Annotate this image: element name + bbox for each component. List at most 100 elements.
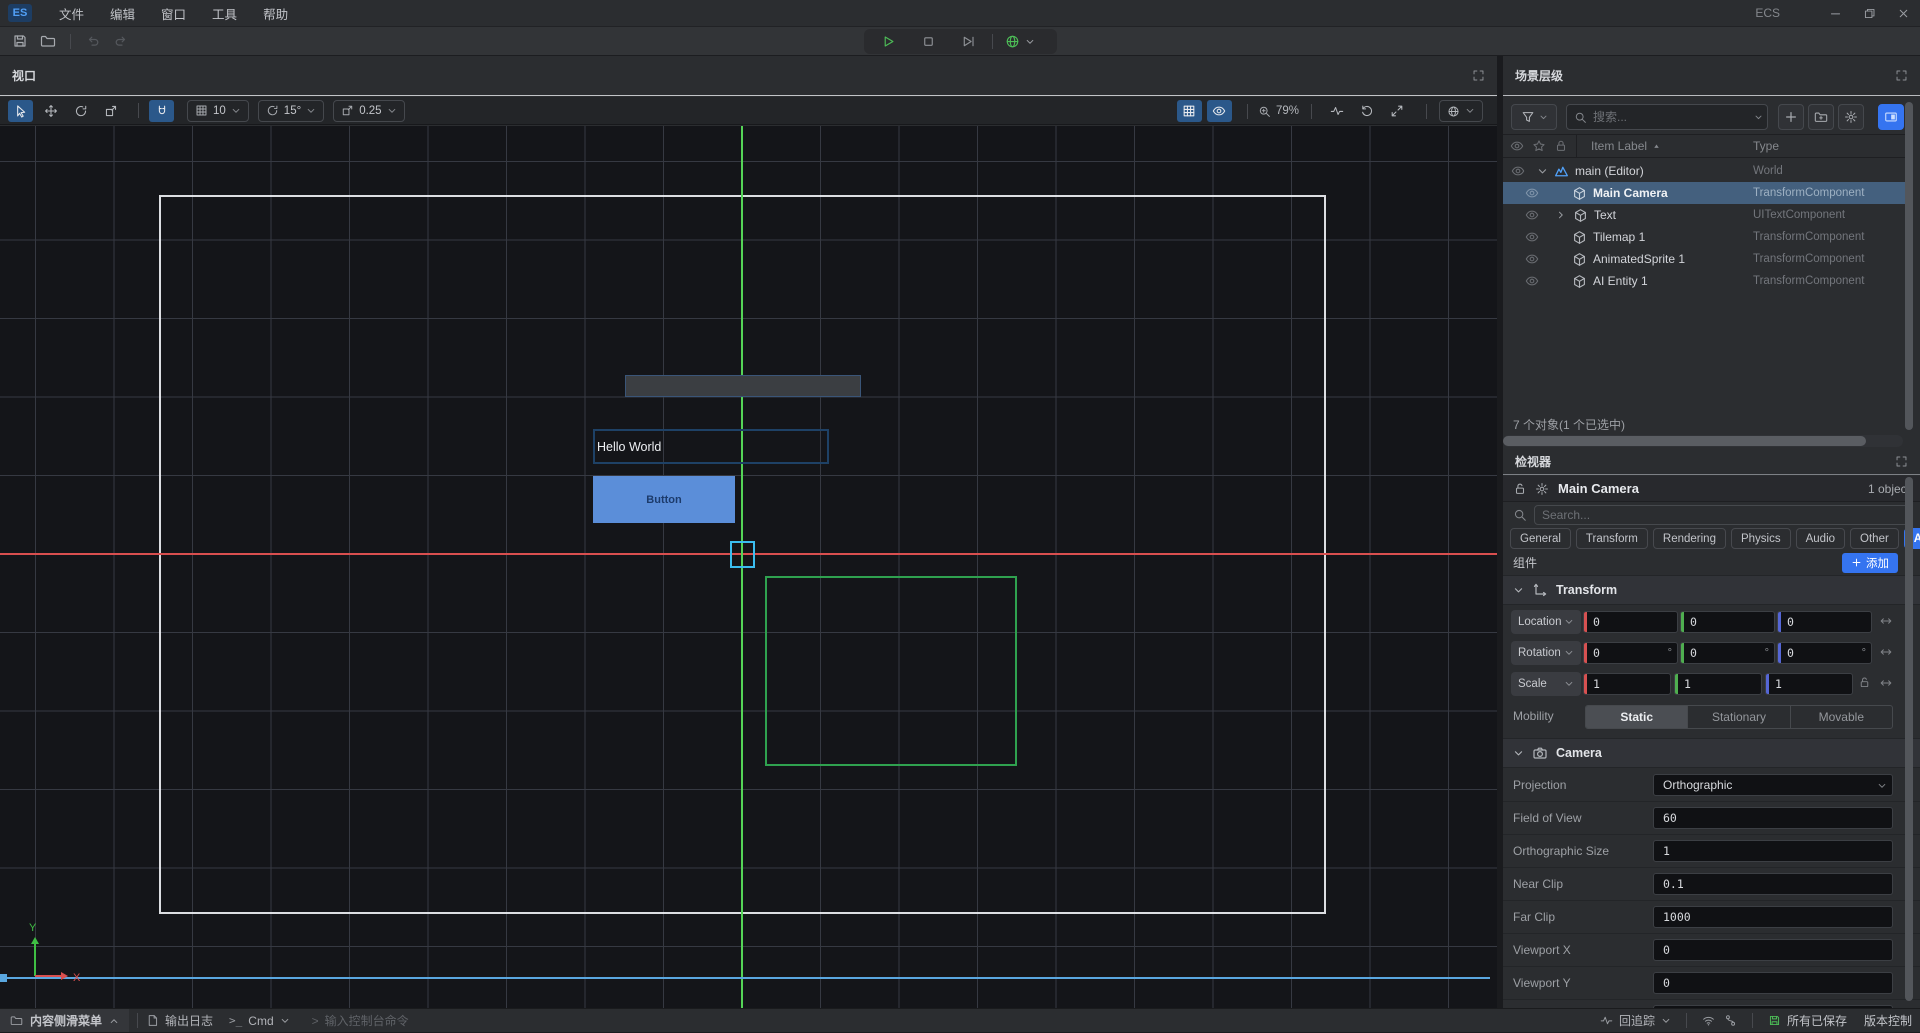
- move-tool[interactable]: [38, 100, 63, 122]
- menu-window[interactable]: 窗口: [148, 0, 199, 26]
- gear-icon[interactable]: [1535, 482, 1549, 496]
- tab-rendering[interactable]: Rendering: [1653, 528, 1726, 549]
- maximize-button[interactable]: [1852, 0, 1886, 26]
- link-axes-icon[interactable]: [1879, 645, 1893, 659]
- menu-file[interactable]: 文件: [46, 0, 97, 26]
- camera-section-header[interactable]: Camera: [1503, 738, 1920, 768]
- hierarchy-search[interactable]: [1566, 104, 1768, 130]
- select-tool[interactable]: [8, 100, 33, 122]
- stats-toggle[interactable]: [1324, 100, 1349, 122]
- scale-z-field[interactable]: [1765, 673, 1853, 695]
- scale-dropdown[interactable]: Scale: [1511, 672, 1581, 696]
- guide-blue-handle[interactable]: [0, 974, 7, 982]
- dock-panel-button[interactable]: [1878, 104, 1904, 130]
- minimize-button[interactable]: [1818, 0, 1852, 26]
- open-folder-button[interactable]: [36, 29, 60, 53]
- play-button[interactable]: [876, 30, 900, 54]
- redo-button[interactable]: [109, 29, 133, 53]
- selection-gizmo-box[interactable]: [730, 541, 755, 568]
- link-axes-icon[interactable]: [1879, 614, 1893, 628]
- console-input[interactable]: > 输入控制台命令: [312, 1012, 409, 1029]
- network-icon[interactable]: [1702, 1014, 1715, 1027]
- scene-button-object[interactable]: Button: [593, 476, 735, 523]
- viewport-x-input[interactable]: [1653, 939, 1893, 961]
- lock-open-icon[interactable]: [1513, 482, 1527, 496]
- rotation-x-field[interactable]: °: [1583, 642, 1678, 664]
- visibility-column-icon[interactable]: [1510, 139, 1524, 153]
- mobility-stationary[interactable]: Stationary: [1688, 706, 1790, 728]
- scene-region-rect[interactable]: [765, 576, 1017, 766]
- fit-view-button[interactable]: [1384, 100, 1409, 122]
- tab-other[interactable]: Other: [1850, 528, 1899, 549]
- chevron-down-icon[interactable]: [1537, 166, 1548, 177]
- location-dropdown[interactable]: Location: [1511, 610, 1581, 634]
- scene-text-object[interactable]: Hello World: [593, 429, 829, 464]
- app-logo[interactable]: ES: [8, 4, 32, 22]
- tab-general[interactable]: General: [1510, 528, 1571, 549]
- content-drawer-button[interactable]: 内容侧滑菜单: [0, 1009, 129, 1032]
- run-target-dropdown[interactable]: [1005, 34, 1035, 49]
- undo-button[interactable]: [81, 29, 105, 53]
- location-y-field[interactable]: [1680, 611, 1775, 633]
- hierarchy-settings-button[interactable]: [1838, 104, 1864, 130]
- eye-icon[interactable]: [1525, 186, 1539, 200]
- rotation-z-field[interactable]: °: [1777, 642, 1872, 664]
- rotation-y-field[interactable]: °: [1680, 642, 1775, 664]
- link-axes-icon[interactable]: [1879, 676, 1893, 690]
- chevron-right-icon[interactable]: [1556, 210, 1566, 220]
- cmd-dropdown[interactable]: >_ Cmd: [229, 1014, 290, 1028]
- location-x-field[interactable]: [1583, 611, 1678, 633]
- scene-canvas[interactable]: Hello World Button Y X: [0, 126, 1497, 1008]
- location-z-field[interactable]: [1777, 611, 1872, 633]
- zoom-indicator[interactable]: 79%: [1258, 105, 1299, 118]
- eye-icon[interactable]: [1525, 274, 1539, 288]
- hierarchy-horizontal-scrollbar[interactable]: [1503, 435, 1903, 447]
- scale-y-field[interactable]: [1674, 673, 1762, 695]
- uniform-scale-lock-icon[interactable]: [1858, 676, 1871, 689]
- expand-panel-icon[interactable]: [1895, 455, 1908, 468]
- snap-tool[interactable]: [149, 100, 174, 122]
- version-control-button[interactable]: 版本控制: [1864, 1012, 1912, 1029]
- backtrace-dropdown[interactable]: 回追踪: [1600, 1012, 1671, 1029]
- menu-edit[interactable]: 编辑: [97, 0, 148, 26]
- rotation-dropdown[interactable]: Rotation: [1511, 641, 1581, 665]
- stop-button[interactable]: [916, 30, 940, 54]
- hierarchy-row-tilemap[interactable]: Tilemap 1 TransformComponent: [1503, 226, 1905, 248]
- eye-icon[interactable]: [1511, 164, 1525, 178]
- filter-button[interactable]: [1511, 104, 1557, 130]
- rotate-snap-dropdown[interactable]: 15°: [258, 100, 324, 122]
- tab-audio[interactable]: Audio: [1796, 528, 1845, 549]
- orthographic-size-input[interactable]: [1653, 840, 1893, 862]
- mobility-static[interactable]: Static: [1586, 706, 1688, 728]
- grid-snap-dropdown[interactable]: 10: [187, 100, 249, 122]
- transform-section-header[interactable]: Transform: [1503, 575, 1920, 605]
- save-button[interactable]: [8, 29, 32, 53]
- viewport-y-input[interactable]: [1653, 972, 1893, 994]
- expand-panel-icon[interactable]: [1895, 69, 1908, 82]
- grid-toggle[interactable]: [1177, 100, 1202, 122]
- lock-column-icon[interactable]: [1554, 139, 1568, 153]
- scale-x-field[interactable]: [1583, 673, 1671, 695]
- far-clip-input[interactable]: [1653, 906, 1893, 928]
- column-item-label[interactable]: Item Label: [1591, 139, 1647, 153]
- hierarchy-search-input[interactable]: [1593, 106, 1748, 128]
- add-entity-button[interactable]: [1778, 104, 1804, 130]
- mobility-movable[interactable]: Movable: [1791, 706, 1892, 728]
- output-log-button[interactable]: 输出日志: [146, 1012, 213, 1029]
- scene-panel-bar[interactable]: [625, 375, 861, 397]
- eye-icon[interactable]: [1525, 208, 1539, 222]
- world-dropdown[interactable]: [1439, 100, 1483, 122]
- add-component-button[interactable]: 添加: [1842, 553, 1898, 573]
- hierarchy-vertical-scrollbar[interactable]: [1905, 102, 1913, 430]
- menu-tools[interactable]: 工具: [199, 0, 250, 26]
- menu-help[interactable]: 帮助: [250, 0, 301, 26]
- projection-dropdown[interactable]: Orthographic: [1653, 774, 1893, 796]
- scale-snap-dropdown[interactable]: 0.25: [333, 100, 404, 122]
- expand-panel-icon[interactable]: [1472, 69, 1485, 82]
- tab-transform[interactable]: Transform: [1576, 528, 1648, 549]
- near-clip-input[interactable]: [1653, 873, 1893, 895]
- new-folder-button[interactable]: [1808, 104, 1834, 130]
- branch-icon[interactable]: [1724, 1014, 1737, 1027]
- scale-tool[interactable]: [98, 100, 123, 122]
- eye-icon[interactable]: [1525, 230, 1539, 244]
